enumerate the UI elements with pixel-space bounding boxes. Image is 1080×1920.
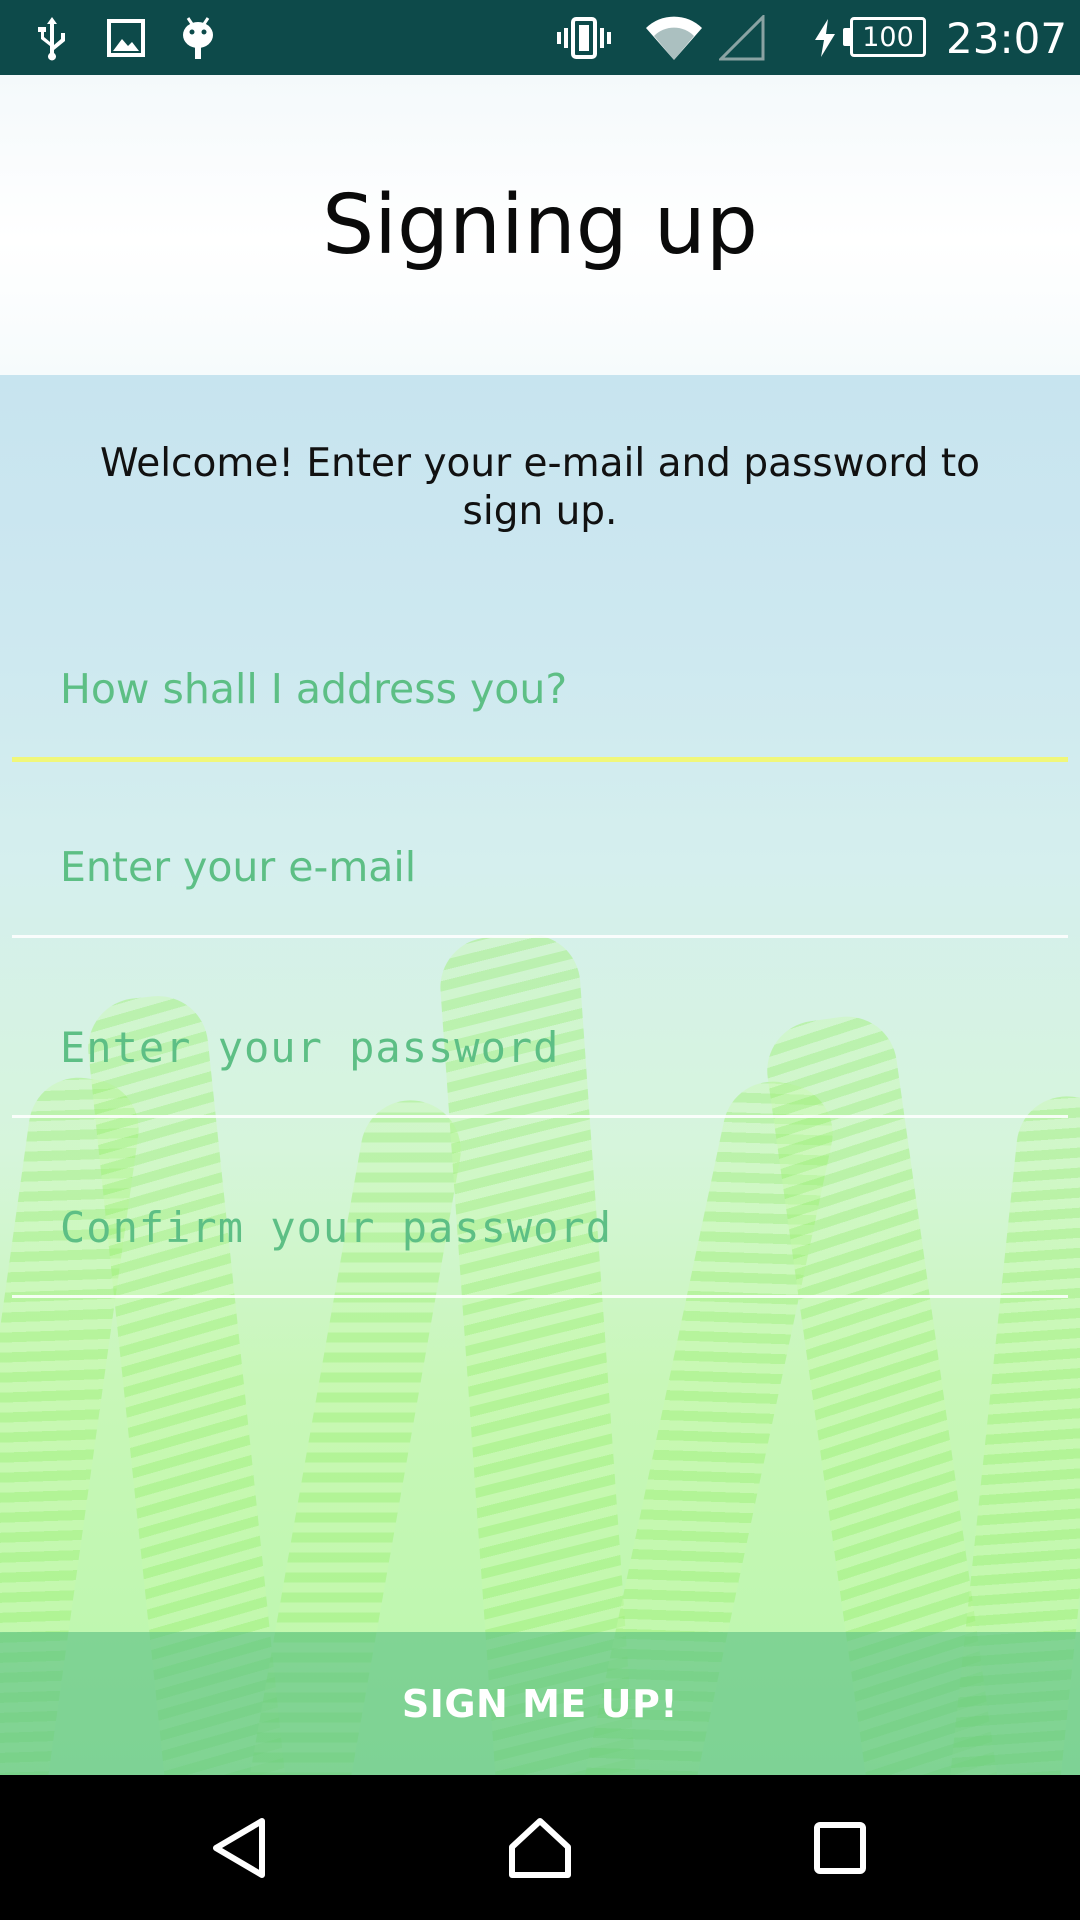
back-button[interactable] <box>165 1775 315 1920</box>
header: Signing up <box>0 75 1080 375</box>
image-icon <box>104 0 148 75</box>
home-icon <box>509 1817 571 1878</box>
name-field-container <box>12 632 1068 762</box>
recents-icon <box>814 1821 866 1874</box>
confirm-password-input[interactable] <box>60 1197 1020 1257</box>
android-debug-icon <box>176 0 220 75</box>
navigation-bar <box>0 1775 1080 1920</box>
clock: 23:07 <box>946 14 1068 63</box>
sign-up-button[interactable]: SIGN ME UP! <box>0 1632 1080 1775</box>
charging-icon <box>810 0 840 75</box>
status-bar: 100 23:07 <box>0 0 1080 75</box>
email-input[interactable] <box>60 837 1020 897</box>
wifi-icon <box>643 0 705 75</box>
page-title: Signing up <box>322 177 758 273</box>
cell-signal-icon <box>718 0 766 75</box>
back-icon <box>213 1817 265 1878</box>
email-field-container <box>12 808 1068 938</box>
welcome-text: Welcome! Enter your e-mail and password … <box>99 441 981 534</box>
battery-level: 100 <box>862 21 914 53</box>
recents-button[interactable] <box>765 1775 915 1920</box>
battery-icon: 100 <box>850 17 926 57</box>
password-input[interactable] <box>60 1017 1020 1077</box>
password-field-container <box>12 988 1068 1118</box>
vibrate-icon <box>555 0 613 75</box>
confirm-password-field-container <box>12 1168 1068 1298</box>
home-button[interactable] <box>465 1775 615 1920</box>
usb-icon <box>32 0 72 75</box>
name-input[interactable] <box>60 659 1020 719</box>
